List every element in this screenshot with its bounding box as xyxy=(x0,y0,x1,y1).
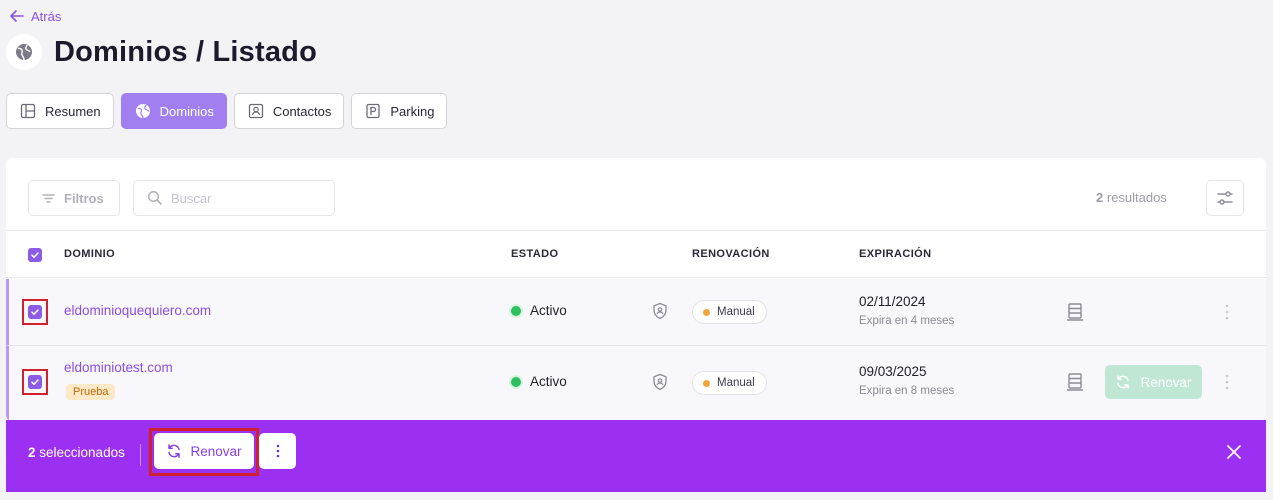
shield-icon[interactable] xyxy=(651,302,669,320)
layout-icon xyxy=(20,103,36,119)
status-dot xyxy=(511,305,521,316)
filters-button[interactable]: Filtros xyxy=(28,180,120,216)
globe-icon xyxy=(6,34,42,70)
tab-dominios[interactable]: Dominios xyxy=(120,93,227,129)
tab-bar: Resumen Dominios Contactos Parking xyxy=(6,93,448,129)
bulk-renew-button[interactable]: Renovar xyxy=(154,433,254,469)
status-label: Activo xyxy=(530,303,567,318)
renewal-dot xyxy=(703,379,710,387)
more-options-icon xyxy=(276,444,279,458)
shield-icon[interactable] xyxy=(651,373,669,391)
arrow-left-icon xyxy=(10,10,24,22)
header-domain[interactable]: DOMINIO xyxy=(64,248,115,260)
divider xyxy=(140,444,141,466)
contact-card-icon xyxy=(248,103,263,119)
row-checkbox[interactable] xyxy=(28,375,42,389)
renew-label: Renovar xyxy=(1140,374,1192,390)
tab-resumen[interactable]: Resumen xyxy=(6,93,114,129)
header-status[interactable]: ESTADO xyxy=(511,248,558,260)
check-icon xyxy=(31,379,39,385)
expiration-remaining: Expira en 4 meses xyxy=(859,315,955,327)
column-settings-button[interactable] xyxy=(1206,180,1244,216)
bulk-actions-bar: 2 seleccionados Renovar xyxy=(6,420,1266,492)
domains-table-card: Filtros 2 resultados DOMINIO ESTADO RENO… xyxy=(6,158,1266,421)
filters-label: Filtros xyxy=(64,190,104,206)
tab-label: Resumen xyxy=(45,103,101,119)
status-dot xyxy=(511,376,521,387)
header-expiration[interactable]: EXPIRACIÓN xyxy=(859,248,931,260)
selected-label: seleccionados xyxy=(39,445,125,460)
renewal-badge: Manual xyxy=(692,300,767,324)
bulk-renew-label: Renovar xyxy=(190,443,242,459)
renewal-label: Manual xyxy=(717,377,755,389)
selected-number: 2 xyxy=(28,445,36,460)
tab-label: Parking xyxy=(390,103,435,119)
test-tag: Prueba xyxy=(66,384,116,400)
more-options-icon[interactable] xyxy=(1221,302,1233,322)
status-badge: Activo xyxy=(511,303,567,318)
renewal-label: Manual xyxy=(717,306,755,318)
globe-icon xyxy=(135,104,150,119)
refresh-icon xyxy=(1117,375,1130,389)
results-label: resultados xyxy=(1106,190,1167,205)
domain-link[interactable]: eldominiotest.com xyxy=(64,360,173,375)
tab-parking[interactable]: Parking xyxy=(351,93,448,129)
select-all-checkbox[interactable] xyxy=(28,248,42,262)
expiration-remaining: Expira en 8 meses xyxy=(859,385,955,397)
parking-icon xyxy=(366,103,381,119)
tab-label: Contactos xyxy=(272,103,332,119)
back-link[interactable]: Atrás xyxy=(9,8,61,24)
table-row: eldominiotest.com Prueba Activo Manual 0… xyxy=(6,346,1266,421)
page-title: Dominios / Listado xyxy=(54,35,317,68)
filter-icon xyxy=(42,193,55,203)
table-header: DOMINIO ESTADO RENOVACIÓN EXPIRACIÓN xyxy=(6,232,1266,278)
check-icon xyxy=(31,309,39,315)
domain-link[interactable]: eldominioquequiero.com xyxy=(64,303,211,318)
server-icon[interactable] xyxy=(1065,302,1085,322)
check-icon xyxy=(31,252,39,258)
search-input[interactable] xyxy=(171,190,321,206)
selected-count: 2 seleccionados xyxy=(28,445,125,460)
more-options-icon[interactable] xyxy=(1221,372,1233,392)
results-number: 2 xyxy=(1096,190,1104,205)
expiration-date: 09/03/2025 xyxy=(859,364,927,379)
header-renewal[interactable]: RENOVACIÓN xyxy=(692,248,770,260)
expiration-date: 02/11/2024 xyxy=(859,294,926,309)
page-header: Dominios / Listado xyxy=(6,34,317,70)
row-checkbox[interactable] xyxy=(28,305,42,319)
search-field xyxy=(133,180,335,216)
back-label: Atrás xyxy=(31,8,62,24)
server-icon[interactable] xyxy=(1065,372,1085,392)
close-icon[interactable] xyxy=(1225,443,1243,461)
bulk-more-button[interactable] xyxy=(259,433,296,469)
refresh-icon xyxy=(168,444,181,458)
sliders-icon xyxy=(1217,191,1233,205)
table-toolbar: Filtros 2 resultados xyxy=(6,158,1266,231)
tab-contactos[interactable]: Contactos xyxy=(233,93,345,129)
renew-domain-button[interactable]: Renovar xyxy=(1105,365,1202,399)
search-icon xyxy=(147,190,162,205)
tab-label: Dominios xyxy=(159,103,214,119)
renewal-dot xyxy=(703,308,710,316)
status-label: Activo xyxy=(530,374,567,389)
table-row: eldominioquequiero.com Activo Manual 02/… xyxy=(6,279,1266,346)
results-count: 2 resultados xyxy=(1096,190,1167,205)
renewal-badge: Manual xyxy=(692,371,767,395)
status-badge: Activo xyxy=(511,374,567,389)
